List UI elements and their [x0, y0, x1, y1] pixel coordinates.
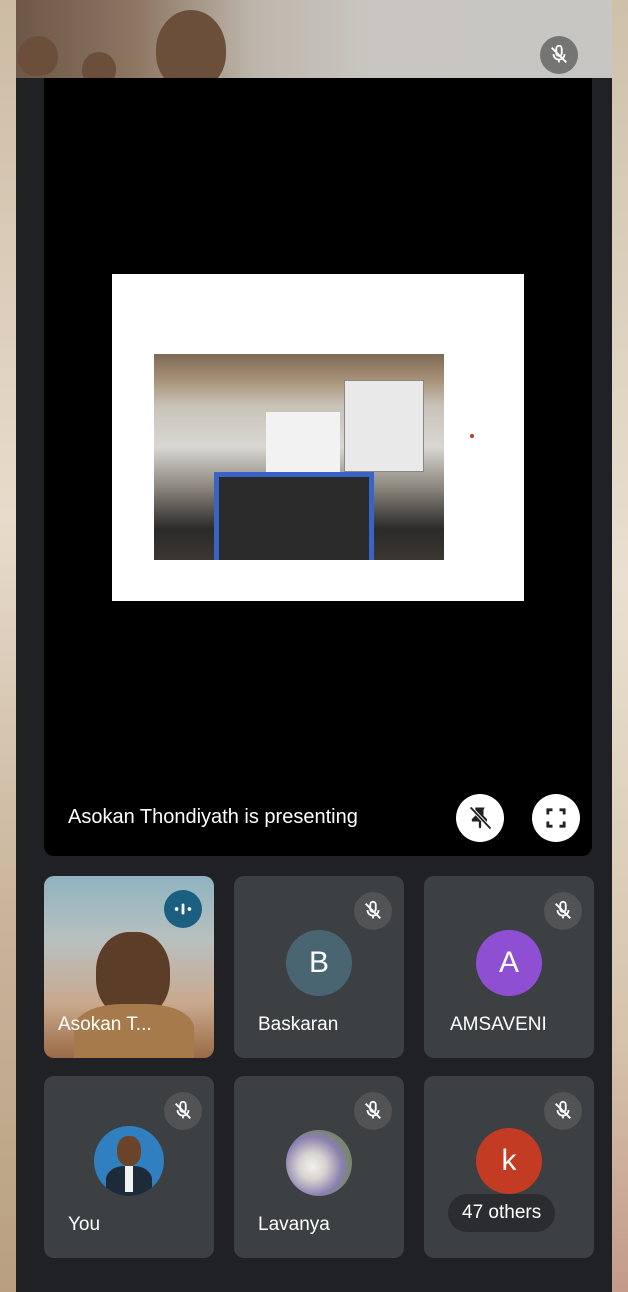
unpin-icon [469, 806, 492, 830]
presentation-stage[interactable]: Asokan Thondiyath is presenting [44, 78, 592, 856]
participant-tile[interactable]: Lavanya [234, 1076, 404, 1258]
participant-tile[interactable]: B Baskaran [234, 876, 404, 1058]
avatar: k [476, 1128, 542, 1194]
participant-tile[interactable]: A AMSAVENI [424, 876, 594, 1058]
unpin-button[interactable] [456, 794, 504, 842]
others-count-badge[interactable]: 47 others [448, 1194, 556, 1232]
participant-tile[interactable]: You [44, 1076, 214, 1258]
participant-name: Baskaran [258, 1014, 339, 1035]
avatar [286, 1130, 352, 1196]
fullscreen-button[interactable] [532, 794, 580, 842]
slide-photo [154, 354, 444, 560]
audio-wave-icon [164, 890, 202, 928]
mic-off-icon [544, 892, 582, 930]
mic-off-icon [164, 1092, 202, 1130]
outer-background-left [0, 0, 16, 1292]
avatar: A [476, 930, 542, 996]
fullscreen-icon [546, 808, 566, 828]
participant-name: You [68, 1214, 101, 1235]
participant-name: Asokan T... [58, 1014, 152, 1035]
avatar [94, 1126, 164, 1196]
photo-detail [344, 380, 424, 472]
decor-shape [18, 36, 58, 76]
meet-window: Asokan Thondiyath is presenting Asokan T… [16, 0, 612, 1292]
mic-off-icon [354, 1092, 392, 1130]
participant-name: Lavanya [258, 1214, 330, 1235]
photo-detail [266, 412, 340, 474]
participant-name: AMSAVENI [450, 1014, 547, 1035]
mic-off-icon [354, 892, 392, 930]
photo-detail [214, 472, 374, 560]
outer-background-right [612, 0, 628, 1292]
pointer-dot [470, 434, 474, 438]
presenting-label: Asokan Thondiyath is presenting [68, 806, 358, 828]
shared-slide [112, 274, 524, 601]
top-participant-tile[interactable] [16, 0, 612, 90]
participant-tile[interactable]: k 47 others [424, 1076, 594, 1258]
mic-off-icon [540, 36, 578, 74]
participant-tile[interactable]: Asokan T... [44, 876, 214, 1058]
mic-off-icon [544, 1092, 582, 1130]
avatar: B [286, 930, 352, 996]
